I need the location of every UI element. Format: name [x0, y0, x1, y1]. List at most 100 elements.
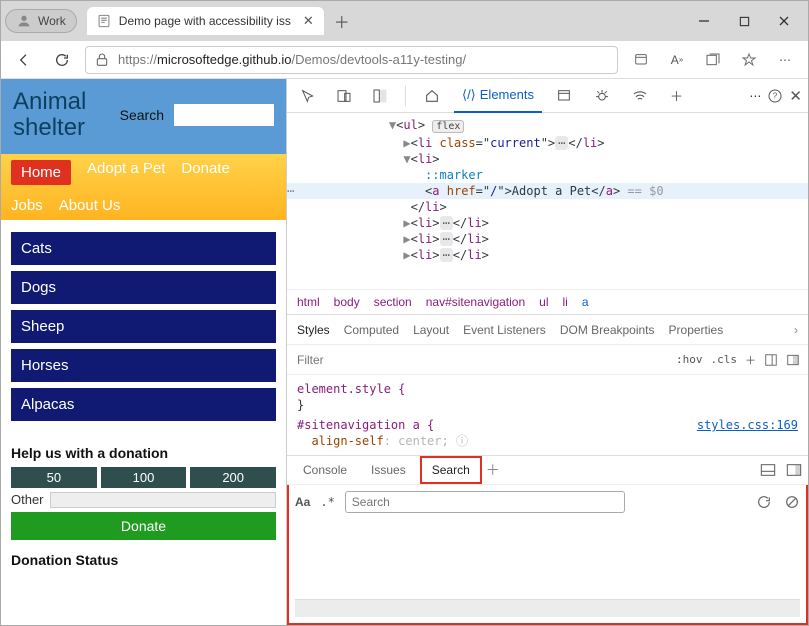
browser-tab[interactable]: Demo page with accessibility iss ✕	[87, 7, 324, 35]
toggle-icon[interactable]	[786, 353, 800, 367]
help-icon[interactable]: ?	[767, 88, 783, 104]
crumb[interactable]: section	[374, 295, 412, 309]
panel-icon[interactable]	[786, 463, 802, 477]
maximize-button[interactable]	[724, 6, 764, 36]
stylesheet-link[interactable]: styles.css:169	[697, 417, 798, 433]
device-toggle-icon[interactable]	[329, 81, 359, 111]
nav-jobs[interactable]: Jobs	[11, 197, 43, 214]
tab-elements[interactable]: ⟨/⟩Elements	[454, 79, 542, 113]
site-title: Animal shelter	[13, 89, 110, 142]
browser-toolbar: https://microsoftedge.github.io/Demos/de…	[1, 41, 808, 79]
subtab-layout[interactable]: Layout	[413, 323, 449, 337]
list-item[interactable]: Horses	[11, 349, 276, 382]
minimize-button[interactable]	[684, 6, 724, 36]
close-devtools-icon[interactable]: ✕	[789, 87, 802, 105]
crumb[interactable]: body	[334, 295, 360, 309]
nav-about[interactable]: About Us	[59, 197, 121, 214]
new-tab-button[interactable]: ＋	[328, 7, 356, 35]
clear-search-icon[interactable]	[784, 494, 800, 510]
devtools-panel: ⟨/⟩Elements ＋ ⋯ ? ✕ ▼<ul> flex ▶<li clas…	[286, 79, 808, 625]
subtab-properties[interactable]: Properties	[669, 323, 724, 337]
donation-status-heading: Donation Status	[11, 552, 276, 568]
crumb[interactable]: a	[582, 295, 589, 309]
app-install-icon[interactable]	[626, 45, 656, 75]
crumb[interactable]: nav#sitenavigation	[426, 295, 525, 309]
search-input[interactable]	[174, 104, 274, 126]
list-item[interactable]: Sheep	[11, 310, 276, 343]
address-bar[interactable]: https://microsoftedge.github.io/Demos/de…	[85, 46, 618, 74]
tab-network-icon[interactable]	[624, 82, 656, 110]
crumb[interactable]: html	[297, 295, 320, 309]
nav-donate[interactable]: Donate	[181, 160, 229, 185]
menu-button[interactable]: ⋯	[770, 45, 800, 75]
drawer-tab-console[interactable]: Console	[293, 458, 357, 482]
subtab-dom-breakpoints[interactable]: DOM Breakpoints	[560, 323, 655, 337]
amount-button[interactable]: 200	[190, 467, 276, 488]
inspect-icon[interactable]	[293, 81, 323, 111]
refresh-button[interactable]	[47, 45, 77, 75]
page-icon	[97, 14, 111, 28]
favorites-icon[interactable]	[734, 45, 764, 75]
computed-sidebar-icon[interactable]	[764, 353, 778, 367]
styles-subtabs: Styles Computed Layout Event Listeners D…	[287, 315, 808, 345]
search-drawer-input[interactable]	[345, 491, 625, 513]
devtools-toolbar: ⟨/⟩Elements ＋ ⋯ ? ✕	[287, 79, 808, 113]
close-tab-icon[interactable]: ✕	[303, 13, 314, 29]
dom-breadcrumb[interactable]: html body section nav#sitenavigation ul …	[287, 289, 808, 315]
subtab-event-listeners[interactable]: Event Listeners	[463, 323, 546, 337]
page-header: Animal shelter Search	[1, 79, 286, 154]
match-case-toggle[interactable]: Aa	[295, 495, 310, 509]
styles-filter-input[interactable]	[287, 345, 668, 374]
drawer-tabs: Console Issues Search ＋	[287, 455, 808, 485]
list-item[interactable]: Dogs	[11, 271, 276, 304]
nav-adopt[interactable]: Adopt a Pet	[87, 160, 165, 185]
drawer-tab-issues[interactable]: Issues	[361, 458, 416, 482]
person-icon	[16, 13, 32, 29]
tab-welcome[interactable]	[416, 82, 448, 110]
other-amount-input[interactable]	[50, 492, 276, 508]
regex-toggle[interactable]: .*	[320, 495, 334, 509]
browser-titlebar: Work Demo page with accessibility iss ✕ …	[1, 1, 808, 41]
styles-pane[interactable]: element.style { } styles.css:169#sitenav…	[287, 375, 808, 455]
collections-icon[interactable]	[698, 45, 728, 75]
more-tools-button[interactable]: ⋯	[749, 89, 761, 103]
subtab-styles[interactable]: Styles	[297, 323, 330, 337]
tab-app-icon[interactable]	[548, 82, 580, 110]
donation-heading: Help us with a donation	[11, 445, 276, 461]
search-label: Search	[120, 107, 164, 123]
site-info-icon[interactable]	[94, 52, 110, 68]
drawer-tab-search[interactable]: Search	[420, 456, 482, 484]
demo-page: Animal shelter Search Home Adopt a Pet D…	[1, 79, 286, 625]
read-aloud-icon[interactable]: A»	[662, 45, 692, 75]
dock-icon[interactable]	[760, 463, 776, 477]
hov-toggle[interactable]: :hov	[676, 353, 703, 366]
side-menu: Cats Dogs Sheep Horses Alpacas	[1, 220, 286, 433]
list-item[interactable]: Cats	[11, 232, 276, 265]
drawer-statusbar	[295, 599, 800, 617]
svg-text:?: ?	[773, 91, 778, 100]
tab-sources-bug-icon[interactable]	[586, 82, 618, 110]
amount-button[interactable]: 100	[101, 467, 187, 488]
new-rule-icon[interactable]: ＋	[745, 352, 756, 368]
nav-home[interactable]: Home	[11, 160, 71, 185]
search-drawer: Aa .*	[287, 485, 808, 625]
donate-button[interactable]: Donate	[11, 512, 276, 540]
main-nav: Home Adopt a Pet Donate Jobs About Us	[1, 154, 286, 220]
screencast-icon[interactable]	[365, 81, 395, 111]
profile-button[interactable]: Work	[5, 9, 77, 33]
elements-tree[interactable]: ▼<ul> flex ▶<li class="current">⋯</li> ▼…	[287, 113, 808, 289]
amount-button[interactable]: 50	[11, 467, 97, 488]
url-text: https://microsoftedge.github.io/Demos/de…	[118, 52, 466, 67]
cls-toggle[interactable]: .cls	[711, 353, 738, 366]
donation-amount-row: 50 100 200	[1, 467, 286, 488]
chevron-right-icon[interactable]: ›	[794, 323, 798, 337]
tabs-add-icon[interactable]: ＋	[662, 80, 691, 111]
back-button[interactable]	[9, 45, 39, 75]
list-item[interactable]: Alpacas	[11, 388, 276, 421]
crumb[interactable]: li	[562, 295, 567, 309]
crumb[interactable]: ul	[539, 295, 548, 309]
subtab-computed[interactable]: Computed	[344, 323, 399, 337]
drawer-add-tab-icon[interactable]: ＋	[486, 460, 500, 480]
refresh-search-icon[interactable]	[756, 494, 772, 510]
close-window-button[interactable]	[764, 6, 804, 36]
